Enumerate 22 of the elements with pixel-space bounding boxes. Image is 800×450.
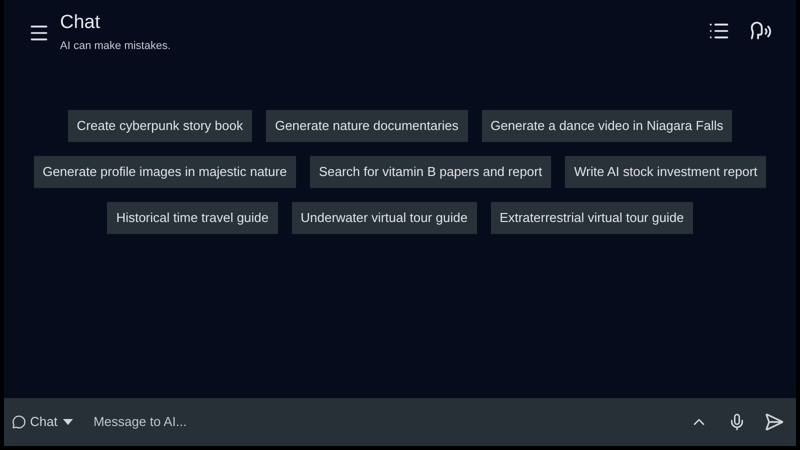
- speaking-person-icon: [750, 20, 772, 42]
- microphone-icon: [728, 413, 746, 431]
- suggestion-chip[interactable]: Generate nature documentaries: [266, 110, 468, 142]
- suggestion-chip[interactable]: Search for vitamin B papers and report: [310, 156, 552, 188]
- suggestion-chip[interactable]: Underwater virtual tour guide: [292, 202, 477, 234]
- suggestion-chip[interactable]: Extraterrestrial virtual tour guide: [490, 202, 693, 234]
- suggestion-chip[interactable]: Generate profile images in majestic nature: [34, 156, 296, 188]
- send-button[interactable]: [764, 412, 784, 432]
- chat-title: Chat: [60, 12, 102, 34]
- mode-dropdown[interactable]: Chat: [12, 412, 74, 432]
- suggestion-chip[interactable]: Create cyberpunk story book: [68, 110, 252, 142]
- send-icon: [764, 412, 784, 432]
- message-input[interactable]: Message to AI...: [93, 412, 682, 432]
- suggestion-chip[interactable]: Historical time travel guide: [107, 202, 278, 234]
- caret-icon: [63, 419, 74, 425]
- voice-button[interactable]: [750, 20, 772, 42]
- speech-bubble-icon: [12, 415, 26, 429]
- suggestion-chip[interactable]: Generate a dance video in Niagara Falls: [482, 110, 732, 142]
- message-composer[interactable]: Chat Message to AI...: [4, 398, 796, 446]
- suggestion-chip[interactable]: Write AI stock investment report: [565, 156, 766, 188]
- microphone-button[interactable]: [728, 413, 746, 431]
- disclaimer-text: AI can make mistakes.: [60, 39, 171, 54]
